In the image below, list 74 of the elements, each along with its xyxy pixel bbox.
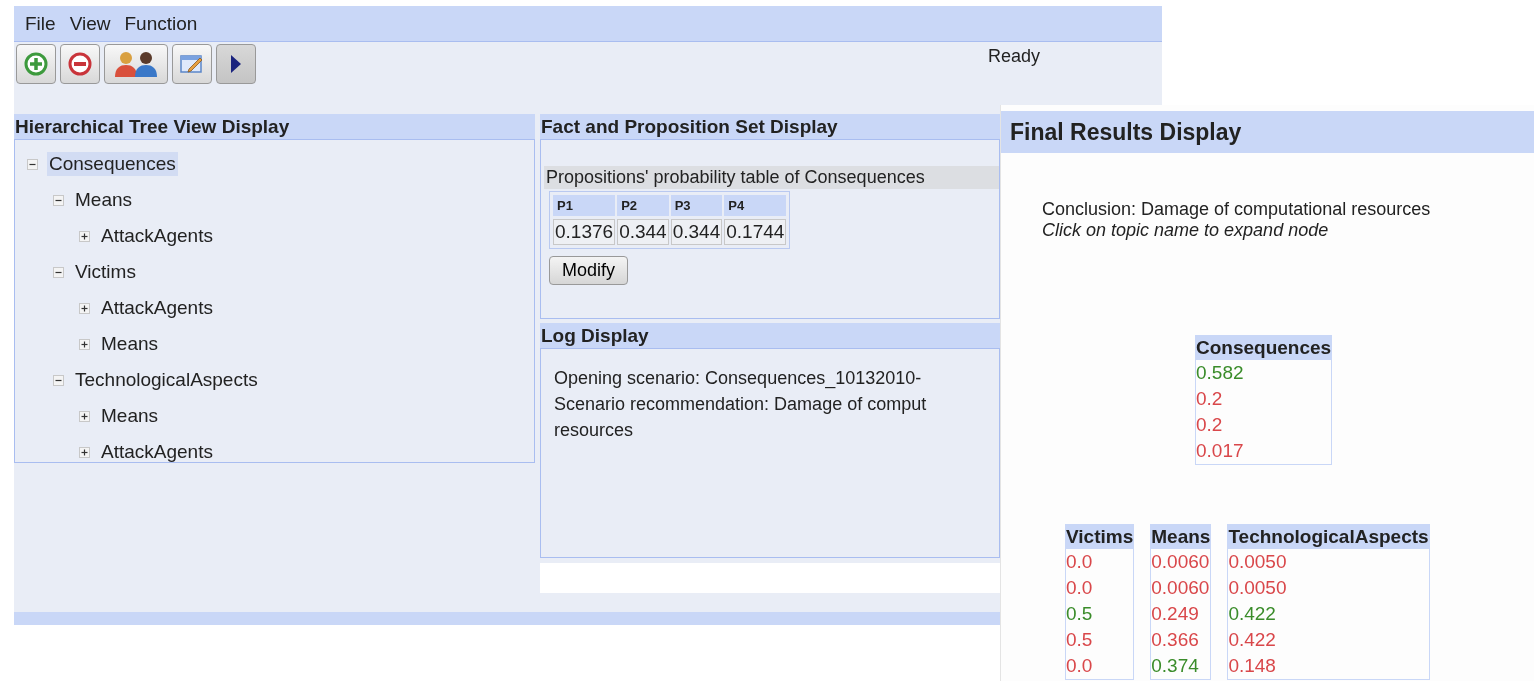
input-field[interactable] — [540, 563, 1000, 593]
log-line: Opening scenario: Consequences_10132010- — [554, 367, 923, 391]
collapse-icon[interactable] — [53, 266, 64, 278]
status-text: Ready — [987, 46, 1040, 67]
probability-value: 0.0 — [1066, 654, 1094, 678]
column-header: P4 — [724, 195, 787, 216]
tree-node[interactable]: AttackAgents — [99, 224, 215, 248]
probability-value: 0.148 — [1228, 654, 1277, 678]
table-caption: Propositions' probability table of Consequences — [544, 166, 999, 189]
tree-node[interactable]: Means — [99, 332, 161, 356]
panel-title: Fact and Proposition Set Display — [540, 114, 1000, 139]
hint-text: Click on topic name to expand node — [1042, 220, 1330, 241]
probability-value: 0.0050 — [1228, 576, 1288, 600]
probability-value: 0.422 — [1228, 628, 1277, 652]
probability-value: 0.0 — [1066, 550, 1094, 574]
tree-node[interactable]: Means — [99, 404, 161, 428]
probability-field[interactable]: 0.344 — [670, 219, 723, 245]
play-button[interactable] — [216, 44, 256, 84]
expand-icon[interactable] — [79, 230, 90, 242]
probability-value: 0.5 — [1066, 628, 1094, 652]
probability-value: 0.0050 — [1228, 550, 1288, 574]
users-icon — [112, 50, 160, 78]
probability-value: 0.0060 — [1151, 550, 1211, 574]
table-header[interactable]: Means — [1151, 525, 1211, 549]
log-line: resources — [554, 419, 635, 442]
expand-icon[interactable] — [79, 338, 90, 350]
conclusion-text: Conclusion: Damage of computational resources — [1042, 199, 1432, 220]
tree-node[interactable]: AttackAgents — [99, 296, 215, 320]
probability-value: 0.374 — [1151, 654, 1200, 678]
probability-value: 0.366 — [1151, 628, 1200, 652]
tree-node[interactable]: AttackAgents — [99, 440, 215, 464]
remove-icon — [68, 52, 92, 76]
remove-button[interactable] — [60, 44, 100, 84]
probability-value: 0.582 — [1196, 361, 1245, 385]
probability-value: 0.422 — [1228, 602, 1277, 626]
collapse-icon[interactable] — [53, 374, 64, 386]
collapse-icon[interactable] — [27, 158, 38, 170]
window-title: Final Results Display — [1001, 111, 1534, 153]
probability-value: 0.2 — [1196, 413, 1224, 437]
expand-icon[interactable] — [79, 410, 90, 422]
table-header[interactable]: TechnologicalAspects — [1228, 525, 1429, 549]
probability-field[interactable]: 0.1744 — [724, 219, 787, 245]
probability-field[interactable]: 0.1376 — [553, 219, 616, 245]
panel-title: Hierarchical Tree View Display — [14, 114, 535, 139]
users-button[interactable] — [104, 44, 168, 84]
log-line: Scenario recommendation: Damage of comput — [554, 393, 928, 416]
probability-value: 0.0060 — [1151, 576, 1211, 600]
tree-node[interactable]: Consequences — [47, 152, 178, 176]
probability-value: 0.5 — [1066, 602, 1094, 626]
add-icon — [24, 52, 48, 76]
column-header: P3 — [670, 195, 723, 216]
expand-icon[interactable] — [79, 302, 90, 314]
modify-button[interactable]: Modify — [549, 256, 628, 285]
column-header: P2 — [617, 195, 669, 216]
menu-item[interactable]: Function — [124, 12, 198, 35]
play-icon — [229, 53, 243, 75]
probability-value: 0.0 — [1066, 576, 1094, 600]
tree-node[interactable]: Victims — [73, 260, 138, 284]
add-button[interactable] — [16, 44, 56, 84]
tree-node[interactable]: TechnologicalAspects — [73, 368, 260, 392]
expand-icon[interactable] — [79, 446, 90, 458]
panel-title: Log Display — [540, 323, 1000, 348]
table-header[interactable]: Consequences — [1196, 336, 1332, 360]
probability-field[interactable]: 0.344 — [617, 219, 669, 245]
column-header: P1 — [553, 195, 616, 216]
menu-item[interactable]: File — [25, 12, 56, 35]
edit-icon — [179, 52, 205, 76]
tree-node[interactable]: Means — [73, 188, 135, 212]
menu-item[interactable]: View — [69, 12, 111, 35]
collapse-icon[interactable] — [53, 194, 64, 206]
table-header[interactable]: Victims — [1066, 525, 1134, 549]
probability-value: 0.249 — [1151, 602, 1200, 626]
probability-value: 0.2 — [1196, 387, 1224, 411]
probability-value: 0.017 — [1196, 439, 1245, 463]
